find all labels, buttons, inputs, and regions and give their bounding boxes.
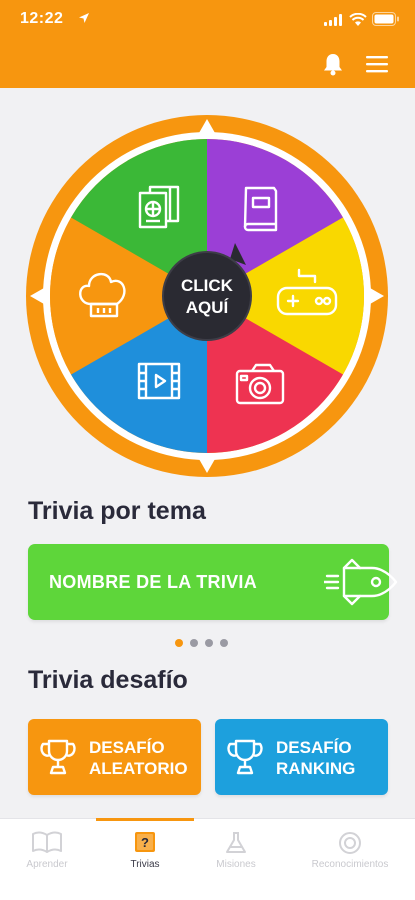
notifications-button[interactable]: [317, 48, 349, 80]
ranking-challenge-button[interactable]: DESAFÍO RANKING: [215, 719, 388, 795]
tab-label: Aprender: [26, 859, 68, 870]
medal-icon: [339, 832, 361, 854]
tab-aprender[interactable]: Aprender: [12, 819, 82, 879]
random-challenge-line2: ALEATORIO: [89, 759, 188, 778]
rocket-icon: [324, 558, 398, 606]
bottom-tab-bar: Aprender ? Trivias Misiones Reconocimien…: [0, 818, 415, 900]
trivia-topic-card[interactable]: NOMBRE DE LA TRIVIA: [28, 544, 398, 620]
book-open-icon: [32, 831, 62, 853]
question-icon: ?: [135, 832, 155, 852]
battery-icon: [372, 12, 399, 26]
wheel-graphic: CLICK AQUÍ: [26, 115, 388, 477]
bell-icon: [324, 54, 342, 76]
carousel-dot[interactable]: [190, 639, 198, 647]
carousel-dot[interactable]: [205, 639, 213, 647]
carousel-dot[interactable]: [220, 639, 228, 647]
challenge-section-title: Trivia desafío: [28, 666, 188, 694]
ranking-challenge-line1: DESAFÍO: [276, 738, 352, 757]
location-arrow-icon: [79, 13, 89, 23]
svg-text:?: ?: [141, 835, 149, 850]
status-time: 12:22: [20, 10, 64, 27]
trophy-icon: [40, 739, 76, 775]
random-challenge-line1: DESAFÍO: [89, 738, 165, 757]
tab-trivias[interactable]: ? Trivias: [96, 818, 194, 879]
topic-section-title: Trivia por tema: [28, 497, 206, 525]
trophy-icon: [227, 739, 263, 775]
trivia-wheel[interactable]: CLICK AQUÍ: [26, 115, 388, 477]
spin-label-line1: CLICK: [181, 276, 234, 295]
trivia-name-label: NOMBRE DE LA TRIVIA: [49, 572, 258, 592]
tab-reconocimientos[interactable]: Reconocimientos: [296, 819, 404, 879]
app-header: 12:22: [0, 0, 415, 88]
random-challenge-button[interactable]: DESAFÍO ALEATORIO: [28, 719, 201, 795]
ranking-challenge-line2: RANKING: [276, 759, 356, 778]
carousel-dot-active[interactable]: [175, 639, 183, 647]
flask-icon: [226, 832, 246, 853]
status-bar: 12:22: [0, 0, 415, 40]
signal-icon: [324, 14, 342, 26]
menu-button[interactable]: [361, 48, 393, 80]
tab-label: Reconocimientos: [311, 859, 389, 870]
carousel-indicator: [175, 639, 228, 647]
tab-label: Trivias: [130, 859, 160, 870]
spin-label-line2: AQUÍ: [186, 298, 230, 317]
wifi-icon: [349, 13, 367, 26]
tab-label: Misiones: [216, 859, 256, 870]
tab-misiones[interactable]: Misiones: [200, 819, 272, 879]
hamburger-menu-icon: [366, 56, 388, 73]
